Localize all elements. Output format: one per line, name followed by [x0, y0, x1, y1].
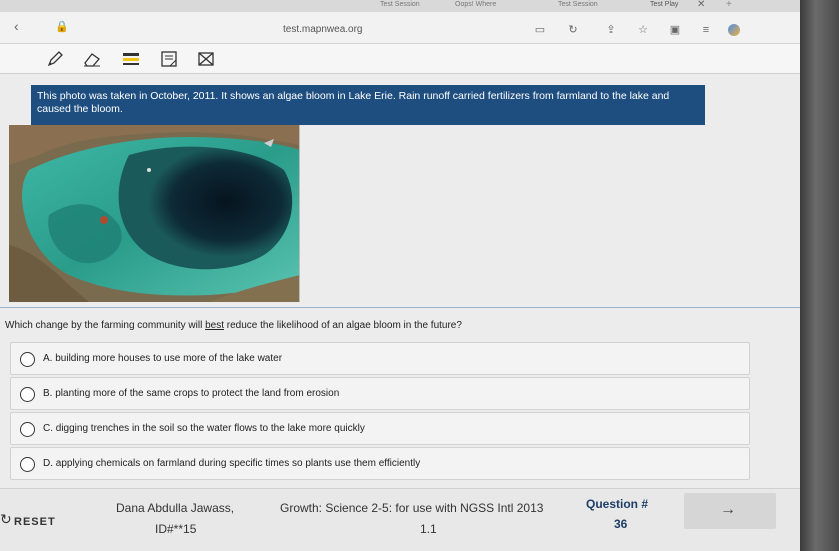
answer-choice-text: A. building more houses to use more of t… [43, 353, 283, 364]
answer-choice-text: C. digging trenches in the soil so the w… [43, 423, 365, 434]
extension-icon[interactable] [728, 24, 740, 36]
browser-tab[interactable]: Test Session [380, 1, 420, 8]
reader-icon[interactable]: ▭ [534, 24, 546, 36]
reset-icon[interactable]: ↻ [0, 511, 12, 528]
reset-button[interactable]: RESET [14, 516, 56, 528]
radio-button[interactable] [20, 352, 35, 367]
answer-choice-text: D. applying chemicals on farmland during… [43, 458, 421, 469]
passage-text: This photo was taken in October, 2011. I… [31, 85, 705, 125]
test-toolbar [0, 44, 800, 74]
device-bezel [800, 0, 839, 551]
notepad-icon[interactable] [160, 51, 178, 67]
highlighter-icon[interactable] [122, 51, 140, 67]
lock-icon: 🔒 [55, 21, 69, 33]
test-name: Growth: Science 2-5: for use with NGSS I… [280, 501, 544, 515]
radio-button[interactable] [20, 457, 35, 472]
close-tab-icon[interactable]: ✕ [697, 0, 705, 10]
browser-tab-active[interactable]: Test Play [650, 1, 678, 8]
browser-tab-strip: Test Session Oops! Where Test Session Te… [0, 0, 800, 12]
photo-credit [300, 128, 312, 218]
answer-eliminator-icon[interactable] [197, 51, 215, 67]
answer-choice-b[interactable]: B. planting more of the same crops to pr… [10, 377, 750, 410]
answer-choice-c[interactable]: C. digging trenches in the soil so the w… [10, 412, 750, 445]
reload-icon[interactable]: ↻ [567, 24, 579, 36]
question-number: 36 [614, 517, 628, 531]
question-prefix: Which change by the farming community wi… [5, 320, 206, 331]
question-text: Which change by the farming community wi… [5, 320, 462, 331]
browser-tab[interactable]: Test Session [558, 1, 598, 8]
eraser-icon[interactable] [83, 51, 101, 67]
test-footer: ↻ RESET Dana Abdulla Jawass, ID#**15 Gro… [0, 488, 800, 551]
browser-tab[interactable]: Oops! Where [455, 1, 496, 8]
arrow-right-icon: → [720, 501, 736, 518]
answer-choice-d[interactable]: D. applying chemicals on farmland during… [10, 447, 750, 480]
share-icon[interactable]: ⇪ [605, 24, 617, 36]
divider [0, 307, 800, 308]
question-emphasis: best [205, 320, 224, 331]
test-version: 1.1 [420, 522, 437, 536]
bookmark-star-icon[interactable]: ☆ [637, 24, 649, 36]
tabs-icon[interactable]: ▣ [669, 24, 681, 36]
back-icon[interactable]: ‹ [14, 18, 19, 34]
lake-erie-algae-photo [9, 125, 300, 302]
next-button[interactable]: → [684, 493, 776, 529]
answer-choice-text: B. planting more of the same crops to pr… [43, 388, 340, 399]
radio-button[interactable] [20, 387, 35, 402]
student-name: Dana Abdulla Jawass, [116, 501, 235, 515]
radio-button[interactable] [20, 422, 35, 437]
screen: Test Session Oops! Where Test Session Te… [0, 0, 800, 551]
student-id: ID#**15 [155, 522, 197, 536]
question-suffix: reduce the likelihood of an algae bloom … [223, 320, 462, 331]
answer-choice-a[interactable]: A. building more houses to use more of t… [10, 342, 750, 375]
url-text[interactable]: test.mapnwea.org [283, 24, 363, 35]
address-bar: ‹ 🔒 test.mapnwea.org ▭ ↻ ⇪ ☆ ▣ ≡ [0, 12, 800, 44]
menu-icon[interactable]: ≡ [700, 24, 712, 36]
pencil-icon[interactable] [46, 51, 64, 67]
new-tab-icon[interactable]: + [726, 0, 732, 10]
question-label: Question # [586, 497, 649, 511]
